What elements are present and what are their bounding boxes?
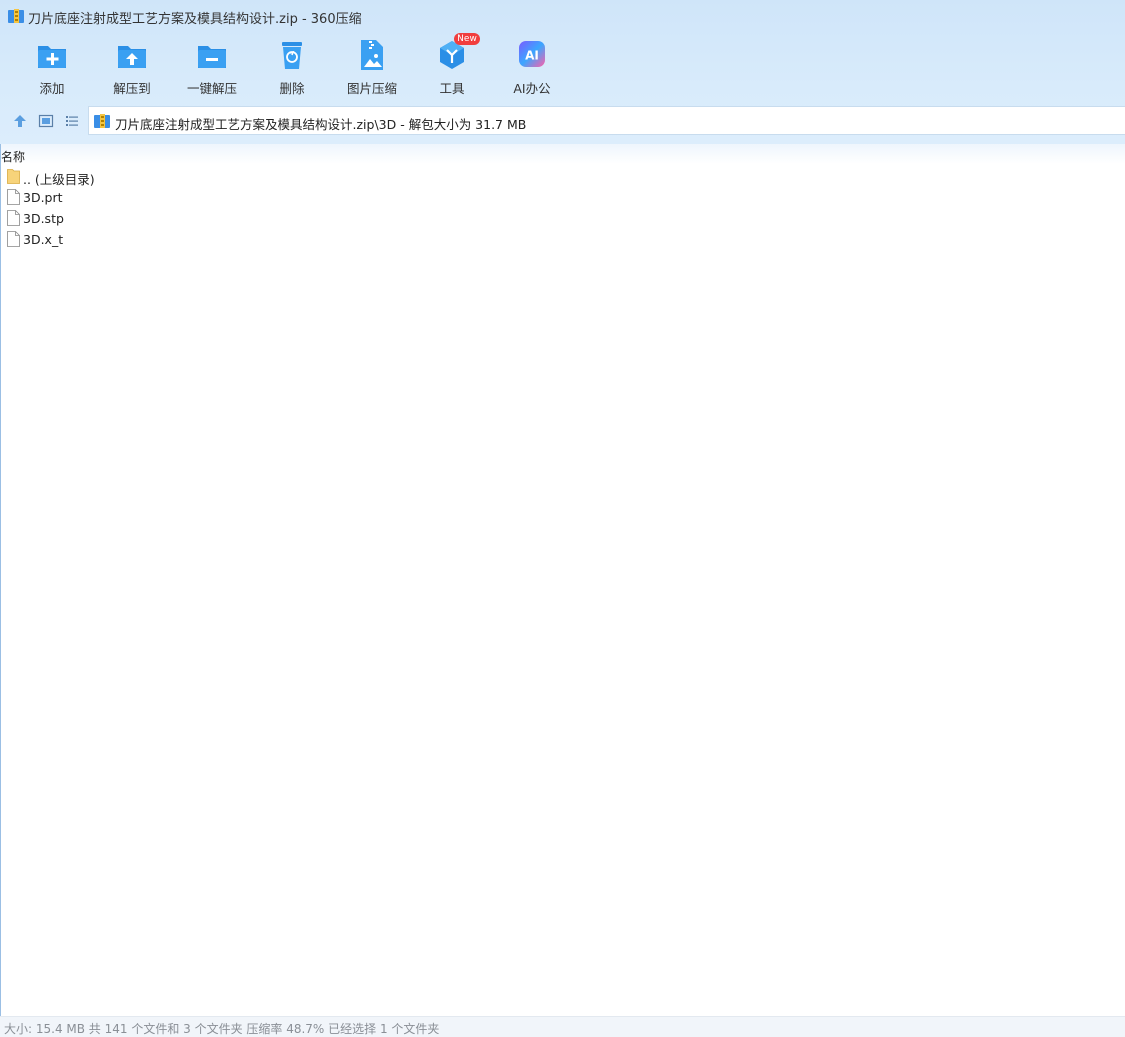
thumbnail-view-icon[interactable] xyxy=(38,113,54,129)
status-bar: 大小: 15.4 MB 共 141 个文件和 3 个文件夹 压缩率 48.7% … xyxy=(0,1016,1125,1037)
list-item-file[interactable]: 3D.stp xyxy=(0,208,1125,229)
folder-oneclick-icon xyxy=(198,46,226,68)
image-compress-icon xyxy=(361,40,383,70)
tools-button[interactable]: 工具 xyxy=(414,38,490,96)
file-icon xyxy=(7,189,20,205)
ai-office-icon: AI xyxy=(519,41,545,67)
folder-extract-icon xyxy=(118,46,146,68)
image-compress-button[interactable]: 图片压缩 xyxy=(334,38,410,96)
one-click-extract-button[interactable]: 一键解压 xyxy=(174,38,250,96)
ai-office-button[interactable]: AI AI办公 xyxy=(494,38,570,96)
folder-add-icon xyxy=(38,46,66,68)
title-bar: 刀片底座注射成型工艺方案及模具结构设计.zip - 360压缩 xyxy=(0,0,1125,32)
archive-app-icon xyxy=(8,9,24,23)
list-item-file[interactable]: 3D.prt xyxy=(0,187,1125,208)
up-arrow-icon[interactable] xyxy=(12,113,28,129)
image-compress-label: 图片压缩 xyxy=(346,81,397,96)
new-badge: New xyxy=(454,33,480,45)
address-bar[interactable]: 刀片底座注射成型工艺方案及模具结构设计.zip\3D - 解包大小为 31.7 … xyxy=(88,106,1125,135)
add-button[interactable]: 添加 xyxy=(14,38,90,96)
ai-office-label: AI办公 xyxy=(513,81,551,96)
file-list: .. (上级目录) 3D.prt 3D.stp 3D.x_t xyxy=(0,166,1125,250)
status-text: 大小: 15.4 MB 共 141 个文件和 3 个文件夹 压缩率 48.7% … xyxy=(4,1022,440,1036)
folder-icon xyxy=(7,169,20,184)
add-label: 添加 xyxy=(39,81,65,96)
file-name: 3D.prt xyxy=(23,190,63,205)
file-name: 3D.x_t xyxy=(23,232,64,247)
window-title: 刀片底座注射成型工艺方案及模具结构设计.zip - 360压缩 xyxy=(28,12,362,27)
list-border xyxy=(0,144,1,1016)
list-header: 名称 xyxy=(0,144,1125,164)
extract-to-label: 解压到 xyxy=(113,81,151,96)
delete-button[interactable]: 删除 xyxy=(254,38,330,96)
column-header-name[interactable]: 名称 xyxy=(1,148,25,165)
file-name: .. (上级目录) xyxy=(23,172,95,187)
recycle-bin-icon xyxy=(282,42,302,69)
list-item-file[interactable]: 3D.x_t xyxy=(0,229,1125,250)
svg-text:AI: AI xyxy=(525,49,539,63)
file-name: 3D.stp xyxy=(23,211,64,226)
one-click-extract-label: 一键解压 xyxy=(186,81,237,96)
delete-label: 删除 xyxy=(279,81,305,96)
list-item-parent-folder[interactable]: .. (上级目录) xyxy=(0,166,1125,187)
tools-label: 工具 xyxy=(439,81,465,96)
file-icon xyxy=(7,231,20,247)
file-icon xyxy=(7,210,20,226)
address-path: 刀片底座注射成型工艺方案及模具结构设计.zip\3D - 解包大小为 31.7 … xyxy=(115,117,527,132)
extract-to-button[interactable]: 解压到 xyxy=(94,38,170,96)
list-view-icon[interactable] xyxy=(64,113,80,129)
archive-icon xyxy=(94,114,110,128)
